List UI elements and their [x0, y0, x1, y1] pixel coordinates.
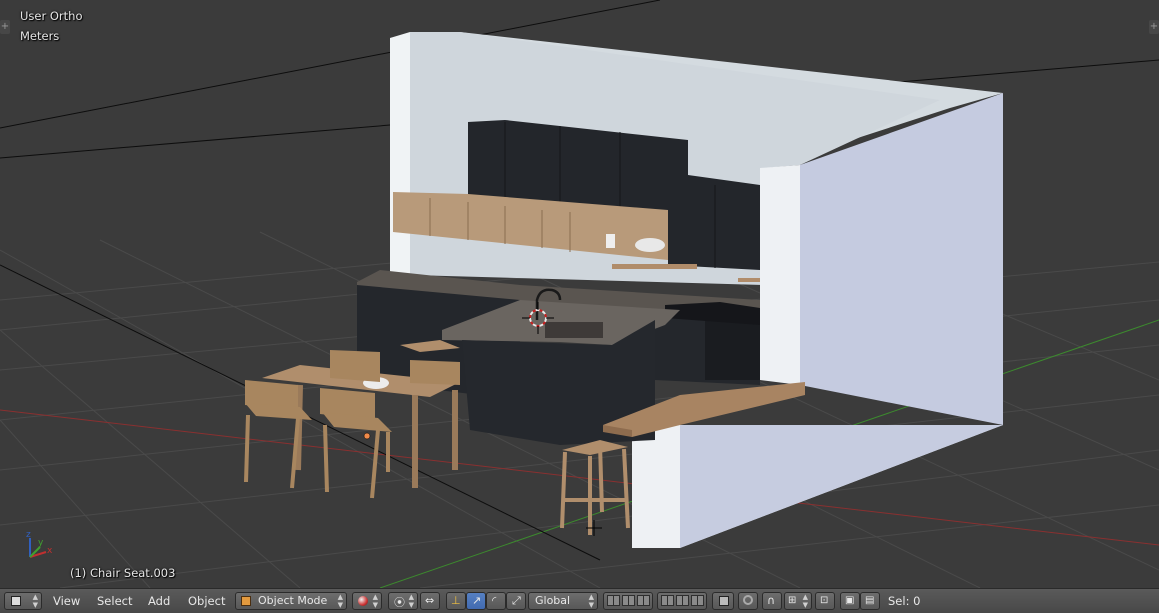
clapperboard-icon: ▤	[865, 595, 875, 606]
orientation-label: Global	[535, 594, 571, 607]
object-mode-icon	[241, 596, 251, 606]
lock-camera-button[interactable]	[712, 592, 734, 610]
snap-target-icon: ⊡	[820, 595, 829, 606]
pivot-only-locations-button[interactable]: ⇔	[420, 592, 440, 610]
mode-selector[interactable]: Object Mode ▲ ▼	[235, 592, 347, 610]
editor-type-button[interactable]: ▲ ▼	[4, 592, 42, 610]
back-wall-left-edge	[390, 32, 410, 275]
svg-text:y: y	[38, 538, 44, 548]
side-wall-edge	[760, 165, 800, 385]
menu-view[interactable]: View	[53, 593, 80, 609]
proportional-editing-button[interactable]	[738, 592, 758, 610]
selection-count: Sel: 0	[888, 594, 921, 608]
scene-render[interactable]: z x y	[0, 0, 1159, 588]
rotate-arc-icon: ◜	[492, 594, 497, 607]
layers-grid-icon	[661, 595, 674, 606]
lock-icon	[719, 596, 729, 606]
oven	[705, 320, 760, 380]
pivot-point-button[interactable]: ⦿ ▲ ▼	[388, 592, 418, 610]
transform-orientation-selector[interactable]: Global ▲ ▼	[528, 592, 598, 610]
sink	[545, 322, 603, 338]
xyz-axis-icon: z x y	[26, 530, 53, 558]
partition-face	[632, 425, 680, 548]
3d-viewport[interactable]: z x y User Ortho Meters (1) Chair Seat.0…	[0, 0, 1159, 588]
region-toggle-right[interactable]: +	[1149, 20, 1159, 34]
layers-grid-icon	[607, 595, 620, 606]
snap-toggle[interactable]: ∩	[762, 592, 782, 610]
snap-element-selector[interactable]: ⊞ ▲ ▼	[784, 592, 812, 610]
manipulator-toggle[interactable]: ⊥	[446, 592, 466, 610]
rotate-manipulator-button[interactable]: ◜	[486, 592, 506, 610]
svg-text:z: z	[26, 530, 31, 540]
shading-sphere-icon	[358, 596, 368, 606]
chevron-updown-icon: ▲ ▼	[32, 593, 38, 609]
camera-render-icon: ▣	[845, 595, 855, 606]
units-label: Meters	[20, 29, 60, 43]
translate-arrow-icon: ↗	[472, 594, 482, 607]
manipulator-icon: ⊥	[451, 594, 461, 607]
render-opengl-button[interactable]: ▣	[840, 592, 860, 610]
pivot-icon: ⦿	[394, 596, 405, 609]
mode-label: Object Mode	[258, 594, 328, 607]
menu-select[interactable]: Select	[97, 593, 132, 609]
scale-icon: ⤢	[512, 594, 521, 607]
menu-add[interactable]: Add	[148, 593, 170, 609]
view-label: User Ortho	[20, 9, 83, 23]
snap-target-button[interactable]: ⊡	[815, 592, 835, 610]
chevron-updown-icon: ▲ ▼	[337, 593, 343, 609]
layers-group-1[interactable]	[603, 592, 653, 610]
proportional-circle-icon	[743, 595, 753, 605]
object-origin	[363, 432, 371, 440]
scale-manipulator-button[interactable]: ⤢	[506, 592, 526, 610]
partition-side	[680, 425, 1003, 548]
snap-increment-icon: ⊞	[788, 595, 797, 606]
rail	[612, 264, 697, 269]
svg-text:x: x	[47, 546, 53, 556]
menu-object[interactable]: Object	[188, 593, 225, 609]
render-animation-button[interactable]: ▤	[860, 592, 880, 610]
viewport-shading-button[interactable]: ▲ ▼	[352, 592, 382, 610]
cube-icon	[11, 596, 21, 606]
jar	[606, 234, 615, 248]
layers-group-2[interactable]	[657, 592, 707, 610]
pivot-locations-icon: ⇔	[425, 594, 435, 607]
magnet-icon: ∩	[767, 594, 776, 607]
bowl-shelf	[635, 238, 665, 252]
viewport-header: ▲ ▼ View Select Add Object Object Mode ▲ ▼…	[0, 588, 1159, 613]
translate-manipulator-button[interactable]: ↗	[466, 592, 486, 610]
active-object-label: (1) Chair Seat.003	[70, 566, 176, 580]
region-toggle-left[interactable]: +	[0, 20, 10, 34]
